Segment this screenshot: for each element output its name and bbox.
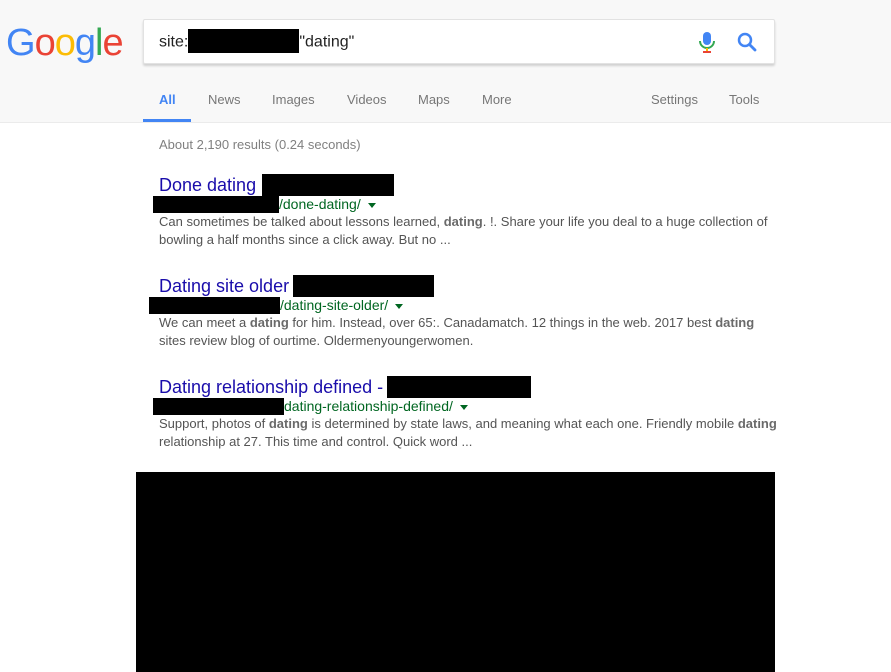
result-stats: About 2,190 results (0.24 seconds) xyxy=(159,137,361,152)
microphone-icon[interactable] xyxy=(697,31,717,55)
redaction-bar xyxy=(188,29,300,53)
query-prefix: site: xyxy=(159,33,189,51)
logo-letter: o xyxy=(54,22,76,64)
settings-link[interactable]: Settings xyxy=(651,92,698,107)
redaction-bar xyxy=(262,174,395,196)
result-snippet: Support, photos of dating is determined … xyxy=(159,415,779,451)
result-url-path: /done-dating/ xyxy=(279,196,361,212)
snippet-keyword: dating xyxy=(249,315,289,330)
logo-letter: g xyxy=(74,22,96,64)
result-url: /dating-site-older/ xyxy=(149,297,779,314)
result-title[interactable]: Done dating xyxy=(159,174,779,196)
snippet-text: Support, photos of xyxy=(159,416,269,431)
tab-maps[interactable]: Maps xyxy=(418,92,450,107)
snippet-text: We can meet a xyxy=(159,315,250,330)
snippet-keyword: dating xyxy=(715,315,755,330)
tab-more[interactable]: More xyxy=(482,92,512,107)
logo-letter: l xyxy=(94,22,104,64)
redaction-bar xyxy=(149,297,280,314)
snippet-text: for him. Instead, over 65:. Canadamatch.… xyxy=(288,315,716,330)
caret-down-icon[interactable] xyxy=(367,202,376,208)
logo-letter: G xyxy=(6,22,36,64)
google-logo[interactable]: Google xyxy=(6,21,124,65)
result-snippet: Can sometimes be talked about lessons le… xyxy=(159,213,779,249)
search-result: Dating relationship defined - dating-rel… xyxy=(153,376,779,451)
search-result: Dating site older /dating-site-older/ We… xyxy=(149,275,779,350)
search-header: Google site: "dating" All News Images Vid… xyxy=(0,0,891,123)
caret-down-icon[interactable] xyxy=(395,303,404,309)
redaction-bar xyxy=(153,196,279,213)
tab-all[interactable]: All xyxy=(159,92,176,107)
result-title-text[interactable]: Dating site older xyxy=(159,276,289,296)
tools-link[interactable]: Tools xyxy=(729,92,759,107)
snippet-text: Can sometimes be talked about lessons le… xyxy=(159,214,444,229)
result-title[interactable]: Dating site older xyxy=(159,275,779,297)
logo-letter: o xyxy=(34,22,56,64)
result-url: /done-dating/ xyxy=(153,196,779,213)
result-title[interactable]: Dating relationship defined - xyxy=(159,376,779,398)
magnifier-icon[interactable] xyxy=(736,31,758,53)
snippet-text: is determined by state laws, and meaning… xyxy=(307,416,738,431)
redaction-block xyxy=(136,472,775,672)
result-title-text[interactable]: Done dating xyxy=(159,175,256,195)
active-tab-indicator xyxy=(143,119,191,122)
tab-videos[interactable]: Videos xyxy=(347,92,387,107)
snippet-keyword: dating xyxy=(443,214,483,229)
search-result: Done dating /done-dating/ Can sometimes … xyxy=(153,174,779,249)
caret-down-icon[interactable] xyxy=(459,404,468,410)
snippet-text: relationship at 27. This time and contro… xyxy=(159,434,473,449)
snippet-keyword: dating xyxy=(268,416,308,431)
result-url-path: /dating-site-older/ xyxy=(280,297,389,313)
redaction-bar xyxy=(387,376,532,398)
result-url: dating-relationship-defined/ xyxy=(153,398,779,415)
search-query[interactable]: site: "dating" xyxy=(159,29,355,53)
redaction-bar xyxy=(293,275,435,297)
snippet-text: sites review blog of ourtime. Oldermenyo… xyxy=(159,333,474,348)
result-title-text[interactable]: Dating relationship defined - xyxy=(159,377,383,397)
search-input[interactable]: site: "dating" xyxy=(143,19,775,64)
result-url-path: dating-relationship-defined/ xyxy=(284,398,453,414)
result-snippet: We can meet a dating for him. Instead, o… xyxy=(159,314,779,350)
snippet-keyword: dating xyxy=(737,416,777,431)
search-tabs: All News Images Videos Maps More Setting… xyxy=(143,83,891,123)
redaction-bar xyxy=(153,398,284,415)
tab-images[interactable]: Images xyxy=(272,92,315,107)
tab-news[interactable]: News xyxy=(208,92,241,107)
logo-letter: e xyxy=(102,22,123,64)
query-suffix: "dating" xyxy=(299,33,355,51)
